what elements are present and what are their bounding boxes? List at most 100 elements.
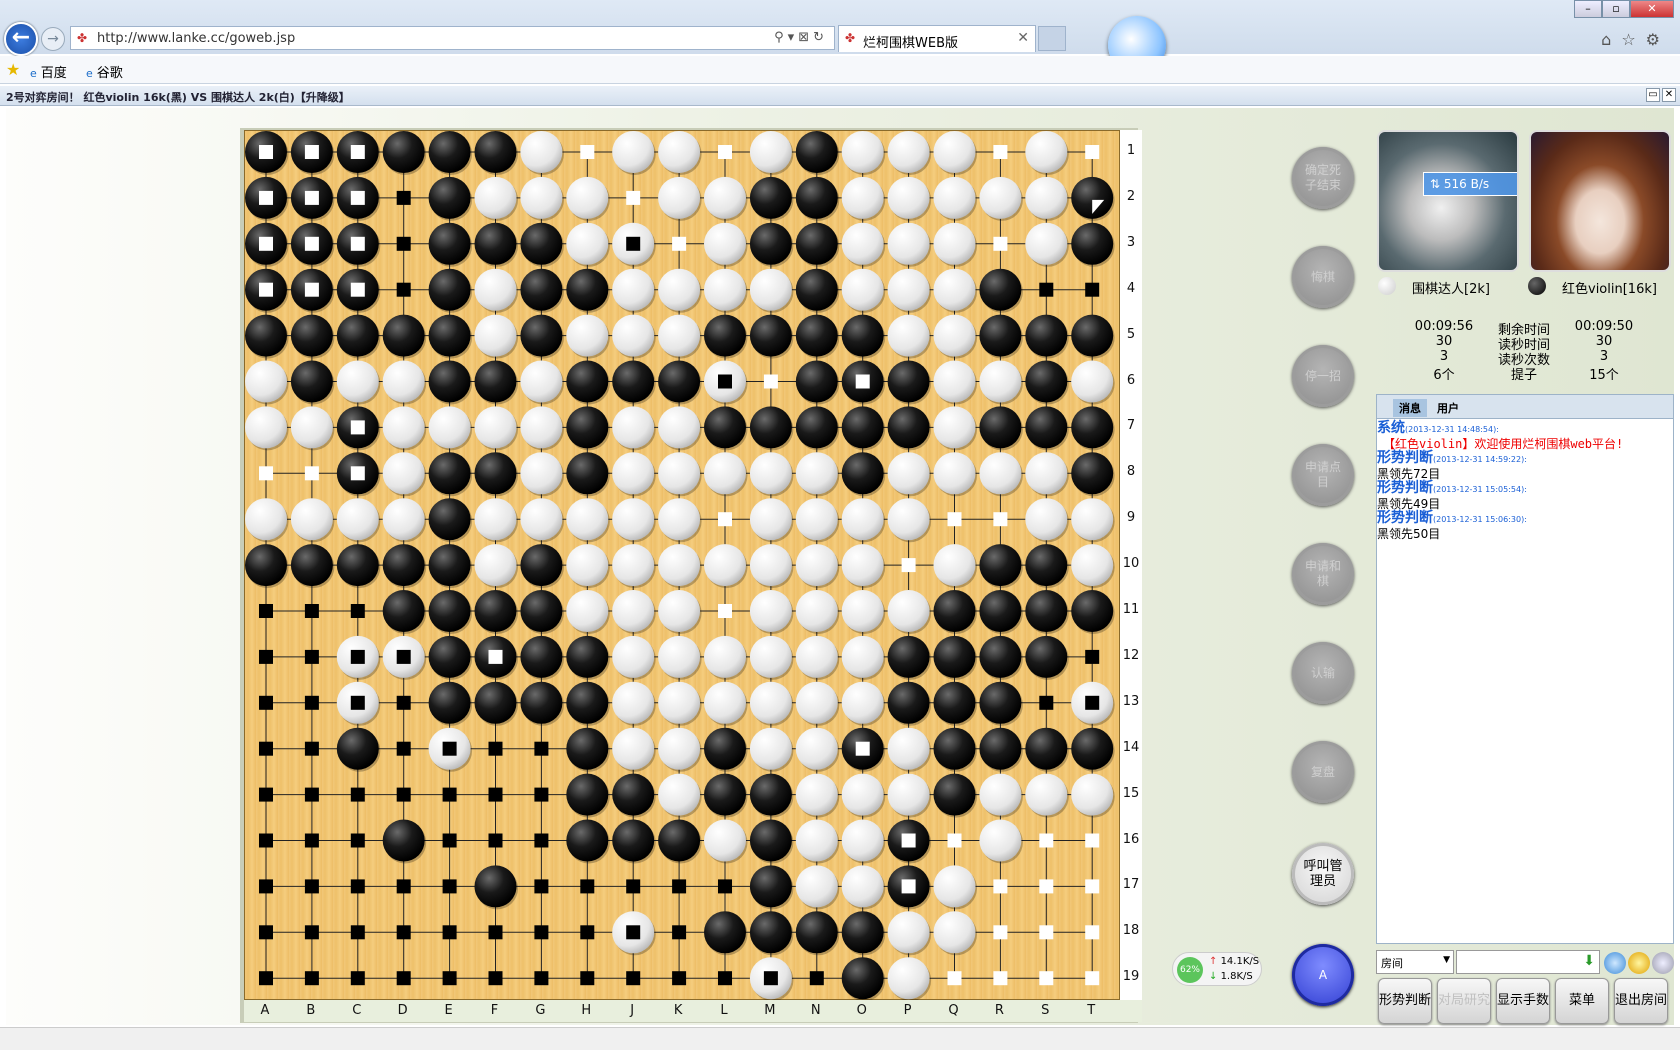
black-stone (979, 681, 1022, 724)
research-button[interactable]: 对局研究 (1437, 978, 1491, 1024)
black-territory-marker (304, 695, 319, 710)
browser-tab[interactable]: ✤ 烂柯围棋WEB版 ✕ (838, 25, 1036, 52)
black-territory-marker (718, 374, 732, 389)
down-arrow-icon: ↓ (1209, 971, 1221, 982)
black-stone (1025, 406, 1068, 449)
new-tab-button[interactable] (1038, 26, 1066, 51)
show-moves-button[interactable]: 显示手数 (1496, 978, 1550, 1024)
white-stone (520, 176, 563, 219)
tab-users[interactable]: 用户 (1431, 399, 1465, 417)
browser-tools[interactable]: ⌂☆⚙ (1601, 30, 1670, 49)
white-stone (704, 452, 746, 495)
black-stone (474, 681, 517, 724)
black-territory-marker (442, 833, 457, 848)
white-stone (612, 406, 655, 449)
back-button[interactable]: ← (4, 22, 38, 56)
address-url[interactable]: http://www.lanke.cc/goweb.jsp (97, 31, 295, 46)
black-territory-marker (350, 833, 365, 848)
white-stone (795, 681, 838, 724)
black-stone (933, 727, 976, 770)
black-stone (841, 911, 884, 954)
forward-button[interactable]: → (41, 27, 65, 51)
minimize-icon[interactable]: – (1574, 0, 1602, 18)
white-stone (474, 544, 517, 587)
black-stone (428, 360, 471, 403)
white-territory-marker (672, 236, 687, 251)
black-territory-marker (304, 879, 319, 894)
black-stone (1025, 727, 1068, 770)
send-arrow-icon[interactable]: ⬇ (1583, 953, 1595, 969)
favorite-link-google[interactable]: e 谷歌 (86, 62, 123, 81)
emoji-icon[interactable] (1604, 952, 1626, 974)
replay-button[interactable]: 复盘 (1292, 741, 1354, 803)
tab-close-icon[interactable]: ✕ (1017, 30, 1029, 46)
address-tools-icon[interactable]: ⚲▾⊠↻ (774, 30, 828, 45)
restore-icon[interactable]: ▭ (1646, 88, 1660, 102)
black-territory-marker (534, 741, 549, 756)
black-byoyomi-count: 3 (1599, 349, 1609, 364)
smiley-icon[interactable] (1628, 952, 1650, 974)
white-stone (520, 498, 563, 541)
black-stone (704, 727, 746, 770)
black-territory-marker (442, 879, 457, 894)
upload-speed: ↑ 14.1K/S (1209, 956, 1260, 967)
white-territory-marker (304, 236, 319, 251)
white-stone (749, 268, 792, 311)
confirm-dead-button[interactable]: 确定死子结束 (1292, 147, 1354, 209)
black-stone (795, 131, 838, 173)
judge-button[interactable]: 形势判断 (1378, 978, 1432, 1024)
black-stone (841, 406, 884, 449)
favorite-link-baidu[interactable]: e 百度 (30, 62, 67, 81)
black-territory-marker (396, 925, 411, 940)
exit-room-button[interactable]: 退出房间 (1614, 978, 1668, 1024)
black-stone (520, 544, 563, 587)
row-label: 9 (1126, 510, 1136, 526)
black-stone (566, 360, 609, 403)
browser-chrome: ← → ✤ http://www.lanke.cc/goweb.jsp ⚲▾⊠↻… (0, 0, 1680, 74)
white-stone (658, 773, 701, 816)
room-select[interactable]: 房间 ▼ (1376, 950, 1454, 974)
black-player-avatar (1529, 130, 1671, 272)
black-stone (474, 452, 517, 495)
white-stone (887, 314, 930, 357)
white-stone (749, 681, 792, 724)
address-bar[interactable]: ✤ http://www.lanke.cc/goweb.jsp ⚲▾⊠↻ (70, 26, 835, 50)
screenshot-icon[interactable] (1652, 952, 1674, 974)
avatar-a-button[interactable]: A (1292, 944, 1354, 1006)
maximize-icon[interactable]: ▫ (1602, 0, 1630, 18)
resign-button[interactable]: 认输 (1292, 642, 1354, 704)
menu-button[interactable]: 菜单 (1555, 978, 1609, 1024)
window-controls: – ▫ ✕ (1574, 0, 1674, 18)
call-admin-button[interactable]: 呼叫管理员 (1292, 843, 1354, 905)
favorites-star-icon[interactable]: ★ (6, 60, 20, 79)
black-territory-marker (259, 741, 273, 756)
white-stone (841, 635, 884, 678)
tab-messages[interactable]: 消息 (1393, 399, 1427, 417)
black-stone (290, 314, 333, 357)
network-icon: ⇅ (1430, 177, 1444, 191)
close-icon[interactable]: ✕ (1662, 88, 1676, 102)
column-label: L (720, 1003, 728, 1018)
white-stone (658, 176, 701, 219)
black-stone (566, 727, 609, 770)
close-window-icon[interactable]: ✕ (1630, 0, 1674, 18)
request-draw-button[interactable]: 申请和棋 (1292, 543, 1354, 605)
white-stone (887, 727, 930, 770)
request-count-button[interactable]: 申请点目 (1292, 444, 1354, 506)
white-byoyomi-count: 3 (1439, 349, 1449, 364)
black-territory-marker (304, 925, 319, 940)
black-stone (612, 773, 655, 816)
chat-input[interactable]: ⬇ (1456, 950, 1600, 974)
white-stone (979, 452, 1022, 495)
pass-button[interactable]: 停一招 (1292, 345, 1354, 407)
chat-message-text: 黑领先49目 (1377, 497, 1441, 511)
black-stone (428, 452, 471, 495)
black-stone (428, 176, 471, 219)
black-stone (979, 314, 1022, 357)
black-stone (290, 360, 333, 403)
go-board[interactable] (244, 130, 1121, 1002)
undo-button[interactable]: 悔棋 (1292, 246, 1354, 308)
white-territory-marker (350, 236, 365, 251)
board-grid[interactable] (245, 131, 1121, 1002)
black-territory-marker (580, 971, 595, 986)
